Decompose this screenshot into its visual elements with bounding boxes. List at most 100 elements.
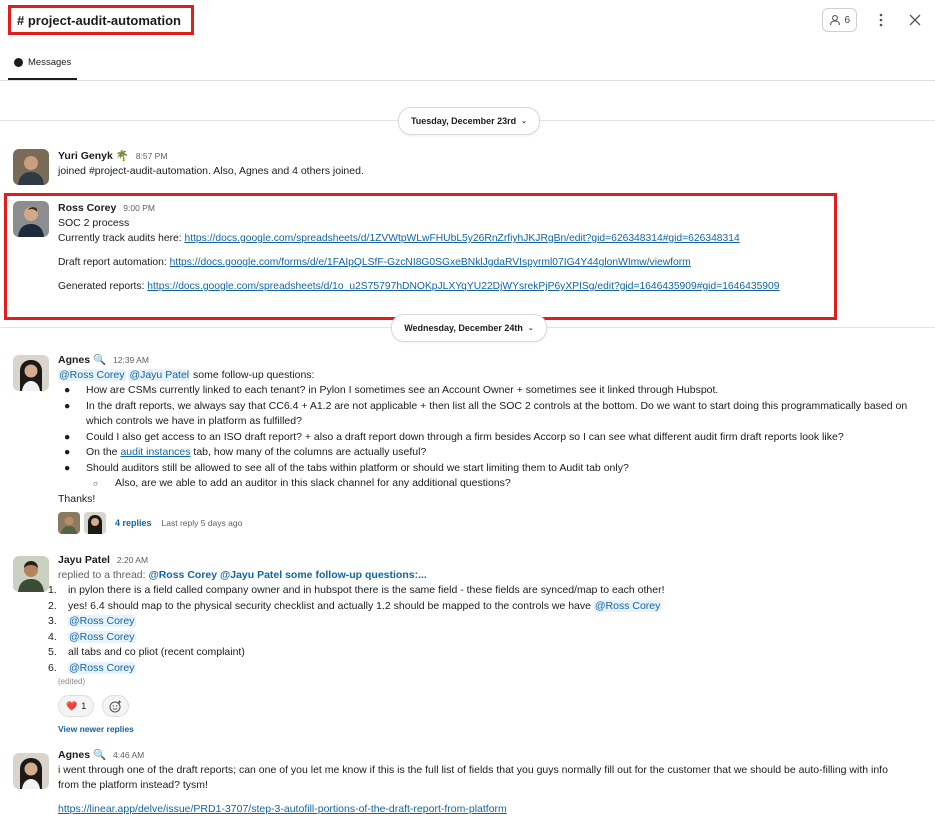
list-item: ● On the audit instances tab, how many of… xyxy=(64,446,427,458)
person-icon xyxy=(830,15,841,26)
generated-reports-link[interactable]: https://docs.google.com/spreadsheets/d/1… xyxy=(147,281,779,292)
members-button[interactable]: 6 xyxy=(822,8,857,32)
add-reaction-icon xyxy=(109,700,122,713)
list-item-text: In the draft reports, we always say that… xyxy=(86,399,908,412)
message-text: i went through one of the draft reports;… xyxy=(58,764,888,776)
message-agnes-2: Agnes 🔍 4:46 AM i went through one of th… xyxy=(58,748,888,817)
close-icon[interactable] xyxy=(905,10,925,30)
list-item-text: Also, are we able to add an auditor in t… xyxy=(115,477,511,489)
thread-summary[interactable]: 4 replies Last reply 5 days ago xyxy=(58,511,907,534)
message-text: from the platform instead? tysm! xyxy=(58,779,208,791)
numbered-list: 1. in pylon there is a field called compa… xyxy=(48,583,665,676)
timestamp[interactable]: 8:57 PM xyxy=(136,151,168,161)
reaction-count: 1 xyxy=(81,701,87,711)
thread-link[interactable]: @Ross Corey @Jayu Patel some follow-up q… xyxy=(148,569,426,581)
last-reply: Last reply 5 days ago xyxy=(161,517,243,528)
list-item: 3. @Ross Corey xyxy=(48,615,136,627)
tab-bar xyxy=(0,47,935,81)
sender-name[interactable]: Agnes xyxy=(58,354,90,366)
message-agnes-1: Agnes 🔍 12:39 AM @Ross Corey @Jayu Patel… xyxy=(58,353,907,534)
message-jayu: Jayu Patel 2:20 AM replied to a thread: … xyxy=(48,553,665,734)
timestamp[interactable]: 9:00 PM xyxy=(123,203,155,213)
sender-name[interactable]: Jayu Patel xyxy=(58,554,110,566)
view-newer-replies[interactable]: View newer replies xyxy=(58,724,665,734)
edited-label: (edited) xyxy=(58,677,86,686)
tab-messages-label: Messages xyxy=(28,57,72,68)
message-text: Thanks! xyxy=(58,492,96,505)
chevron-down-icon: ⌄ xyxy=(527,325,534,332)
sender-name[interactable]: Agnes xyxy=(58,749,90,761)
list-item-continuation: which controls we have in platform as fu… xyxy=(86,415,302,427)
more-vertical-icon[interactable] xyxy=(871,10,891,30)
draft-report-link[interactable]: https://docs.google.com/forms/d/e/1FAIpQ… xyxy=(170,257,691,268)
mention[interactable]: @Ross Corey xyxy=(68,661,136,674)
mention[interactable]: @Ross Corey xyxy=(68,630,136,643)
avatar[interactable] xyxy=(13,355,49,391)
channel-name: # project-audit-automation xyxy=(17,12,181,28)
messages-icon xyxy=(14,58,23,67)
date-pill-second[interactable]: Wednesday, December 24th ⌄ xyxy=(391,314,547,342)
list-item: ● In the draft reports, we always say tha… xyxy=(64,399,908,412)
replied-prefix: replied to a thread: xyxy=(58,569,149,581)
linear-issue-link[interactable]: https://linear.app/delve/issue/PRD1-3707… xyxy=(58,803,507,815)
mention[interactable]: @Jayu Patel xyxy=(128,369,191,381)
list-item: 5. all tabs and co pliot (recent complain… xyxy=(48,646,245,658)
avatar[interactable] xyxy=(13,556,49,592)
avatar[interactable] xyxy=(13,149,49,185)
tab-messages[interactable]: Messages xyxy=(8,47,78,80)
list-item-text: tab, how many of the columns are actuall… xyxy=(190,446,427,458)
sub-list-item: ○ Also, are we able to add an auditor in … xyxy=(93,477,511,489)
link-label: Generated reports: xyxy=(58,281,148,292)
member-count: 6 xyxy=(844,14,850,26)
list-item-text: yes! 6.4 should map to the physical secu… xyxy=(68,599,594,612)
avatar xyxy=(84,511,106,534)
channel-title[interactable]: # project-audit-automation xyxy=(8,5,194,35)
avatar xyxy=(58,511,80,534)
message-yuri: Yuri Genyk 🌴 8:57 PM joined #project-aud… xyxy=(58,149,364,179)
replies-link[interactable]: 4 replies xyxy=(115,518,152,528)
date-pill-first[interactable]: Tuesday, December 23rd ⌄ xyxy=(398,107,540,135)
message-ross: Ross Corey 9:00 PM SOC 2 process Current… xyxy=(58,201,779,294)
list-item-text: in pylon there is a field called company… xyxy=(68,584,665,596)
link-label: Currently track audits here: xyxy=(58,233,185,244)
timestamp[interactable]: 2:20 AM xyxy=(117,555,148,565)
mention[interactable]: @Ross Corey xyxy=(68,615,136,627)
mention[interactable]: @Ross Corey xyxy=(593,599,662,612)
list-item-text: How are CSMs currently linked to each te… xyxy=(86,384,719,396)
mention[interactable]: @Ross Corey xyxy=(58,369,126,381)
list-item: 4. @Ross Corey xyxy=(48,630,136,643)
date-label: Wednesday, December 24th xyxy=(404,323,523,333)
avatar[interactable] xyxy=(13,201,49,237)
list-item: 6. @Ross Corey xyxy=(48,661,136,674)
reaction-heart[interactable]: ❤️ 1 xyxy=(58,695,95,717)
reactions: ❤️ 1 xyxy=(58,695,665,717)
date-label: Tuesday, December 23rd xyxy=(410,116,517,126)
avatar[interactable] xyxy=(13,753,49,789)
sender-name[interactable]: Ross Corey xyxy=(58,202,116,214)
list-item: ● How are CSMs currently linked to each t… xyxy=(64,384,719,396)
list-item-text: Could I also get access to an ISO draft … xyxy=(86,430,844,443)
list-item-text: On the xyxy=(86,446,121,458)
list-item: ● Could I also get access to an ISO draft… xyxy=(64,430,844,443)
timestamp[interactable]: 4:46 AM xyxy=(113,750,144,760)
message-text: joined #project-audit-automation. Also, … xyxy=(58,165,364,177)
audit-instances-link[interactable]: audit instances xyxy=(120,446,190,458)
list-item: ● Should auditors still be allowed to see… xyxy=(64,461,629,474)
sender-name[interactable]: Yuri Genyk xyxy=(58,150,113,162)
message-text: SOC 2 process xyxy=(58,217,130,229)
list-item-text: Should auditors still be allowed to see … xyxy=(86,461,629,474)
list-item: 2. yes! 6.4 should map to the physical se… xyxy=(48,599,662,612)
message-text: some follow-up questions: xyxy=(190,369,315,381)
heart-icon: ❤️ xyxy=(66,700,78,711)
track-audits-link[interactable]: https://docs.google.com/spreadsheets/d/1… xyxy=(184,233,739,244)
bullet-list: ● How are CSMs currently linked to each t… xyxy=(64,383,908,492)
add-reaction-button[interactable] xyxy=(102,695,130,717)
timestamp[interactable]: 12:39 AM xyxy=(113,355,149,365)
header-actions: 6 xyxy=(822,8,925,32)
list-item: 1. in pylon there is a field called compa… xyxy=(48,584,665,596)
status-emoji: 🔍 xyxy=(93,749,107,761)
status-emoji: 🔍 xyxy=(93,354,107,366)
link-label: Draft report automation: xyxy=(58,257,170,268)
chevron-down-icon: ⌄ xyxy=(521,118,528,125)
list-item-text: all tabs and co pliot (recent complaint) xyxy=(68,646,245,658)
